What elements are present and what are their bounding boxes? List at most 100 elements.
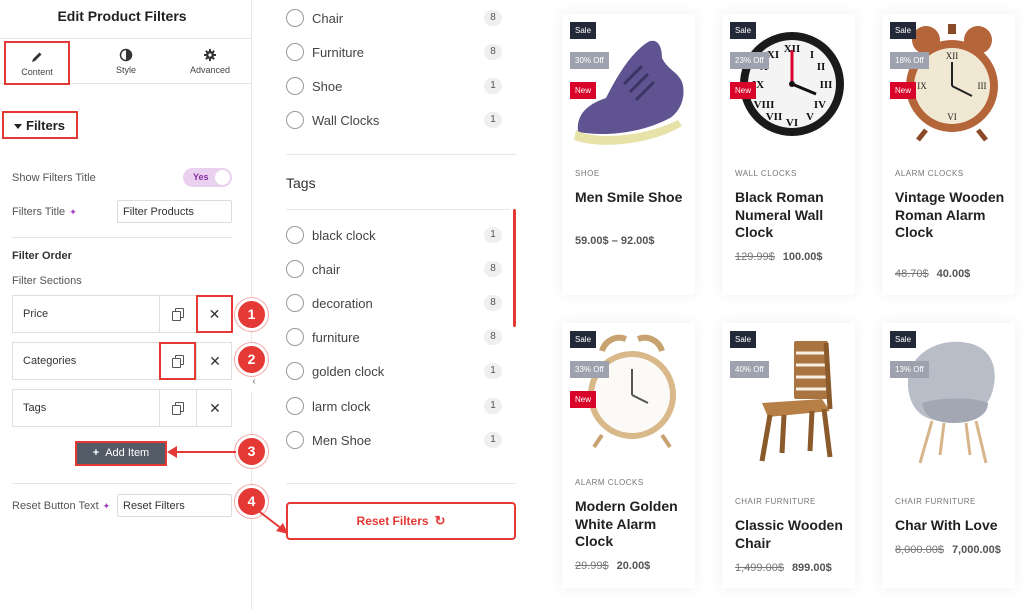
svg-text:IV: IV <box>814 99 826 111</box>
tags-title: Tags <box>286 175 316 191</box>
price-current: 7,000.00$ <box>951 544 1001 556</box>
tag-option-furniture[interactable]: furniture 8 <box>286 327 502 347</box>
discount-badge: 33% Off <box>570 361 609 378</box>
sale-badge: Sale <box>890 22 917 39</box>
product-title[interactable]: Modern Golden White Alarm Clock <box>575 498 687 551</box>
product-card[interactable]: Sale 13% Off CHAIR FURNITURE Char With L… <box>882 323 1015 588</box>
discount-badge: 23% Off <box>730 52 769 69</box>
add-item-button[interactable]: + Add Item <box>75 441 167 466</box>
product-card[interactable]: Sale 30% Off New SHOE Men Smile Shoe 59.… <box>562 14 695 295</box>
filter-count-badge: 1 <box>484 363 502 379</box>
radio-button[interactable] <box>286 226 304 244</box>
repeater-item-tags[interactable]: Tags ✕ <box>12 389 232 427</box>
tag-option-chair[interactable]: chair 8 <box>286 259 502 279</box>
pencil-icon <box>32 52 42 62</box>
filters-title-input[interactable]: Filter Products <box>117 200 232 223</box>
show-filters-title-toggle[interactable]: Yes <box>183 168 232 187</box>
product-title[interactable]: Men Smile Shoe <box>575 189 687 207</box>
repeater-item-label: Price <box>23 308 49 320</box>
filter-option-chair[interactable]: Chair 8 <box>286 8 502 28</box>
remove-button[interactable]: ✕ <box>196 342 233 380</box>
scrollbar[interactable] <box>513 209 516 327</box>
product-category[interactable]: WALL CLOCKS <box>735 169 797 178</box>
radio-button[interactable] <box>286 294 304 312</box>
product-price: 129.99$ 100.00$ <box>735 251 823 263</box>
product-card[interactable]: XII III VI IX Sale 18% Off New ALARM CLOCKS… <box>882 14 1015 295</box>
product-price: 1,499.00$ 899.00$ <box>735 562 832 574</box>
svg-text:III: III <box>820 79 833 91</box>
tag-option-larm-clock[interactable]: larm clock 1 <box>286 396 502 416</box>
filter-option-label: golden clock <box>312 364 385 379</box>
price-old: 129.99$ <box>735 251 775 263</box>
filters-section-toggle[interactable]: Filters <box>2 111 78 139</box>
svg-text:V: V <box>806 111 814 123</box>
discount-badge: 18% Off <box>890 52 929 69</box>
tab-advanced[interactable]: Advanced <box>168 39 252 85</box>
radio-button[interactable] <box>286 43 304 61</box>
price-current: 100.00$ <box>782 251 823 263</box>
radio-button[interactable] <box>286 77 304 95</box>
reset-filters-button[interactable]: Reset Filters ↻ <box>286 502 516 540</box>
tab-content[interactable]: Content <box>4 41 70 85</box>
filter-count-badge: 8 <box>484 10 502 26</box>
repeater-item-label: Categories <box>23 355 77 367</box>
svg-text:VIII: VIII <box>754 99 775 111</box>
tag-option-decoration[interactable]: decoration 8 <box>286 293 502 313</box>
product-card[interactable]: XIIIIIVIIX IIIIVV VIIVIIIXXI Sale 23% Of… <box>722 14 855 295</box>
filter-option-furniture[interactable]: Furniture 8 <box>286 42 502 62</box>
radio-button[interactable] <box>286 362 304 380</box>
filter-option-label: Wall Clocks <box>312 113 380 128</box>
remove-button[interactable]: ✕ <box>196 389 233 427</box>
copy-icon <box>172 308 184 321</box>
filter-option-wall-clocks[interactable]: Wall Clocks 1 <box>286 110 502 130</box>
duplicate-button[interactable] <box>159 295 196 333</box>
duplicate-button[interactable] <box>159 342 196 380</box>
tag-option-black-clock[interactable]: black clock 1 <box>286 225 502 245</box>
duplicate-button[interactable] <box>159 389 196 427</box>
toggle-value: Yes <box>193 172 209 182</box>
price-old: 29.99$ <box>575 560 609 572</box>
add-item-label: Add Item <box>105 447 150 459</box>
product-title[interactable]: Classic Wooden Chair <box>735 517 847 552</box>
repeater-item-categories[interactable]: Categories ✕ <box>12 342 232 380</box>
discount-badge: 40% Off <box>730 361 769 378</box>
filter-option-label: black clock <box>312 228 376 243</box>
filter-count-badge: 8 <box>484 329 502 345</box>
price-current: 20.00$ <box>616 560 651 572</box>
product-card[interactable]: Sale 40% Off CHAIR FURNITURE Classic Woo… <box>722 323 855 588</box>
product-card[interactable]: Sale 33% Off New ALARM CLOCKS Modern Gol… <box>562 323 695 588</box>
repeater-item-label: Tags <box>23 402 47 414</box>
tag-option-golden-clock[interactable]: golden clock 1 <box>286 361 502 381</box>
product-title[interactable]: Black Roman Numeral Wall Clock <box>735 189 847 242</box>
price-old: 1,499.00$ <box>735 562 784 574</box>
radio-button[interactable] <box>286 260 304 278</box>
product-title[interactable]: Vintage Wooden Roman Alarm Clock <box>895 189 1007 242</box>
product-category[interactable]: ALARM CLOCKS <box>895 169 964 178</box>
product-category[interactable]: ALARM CLOCKS <box>575 478 644 487</box>
product-category[interactable]: CHAIR FURNITURE <box>895 497 976 506</box>
product-title[interactable]: Char With Love <box>895 517 1007 535</box>
radio-button[interactable] <box>286 397 304 415</box>
repeater-item-price[interactable]: Price ✕ <box>12 295 233 333</box>
tag-option-men-shoe[interactable]: Men Shoe 1 <box>286 430 502 450</box>
radio-button[interactable] <box>286 111 304 129</box>
price-current: 59.00$ – 92.00$ <box>575 235 655 247</box>
product-category[interactable]: SHOE <box>575 169 600 178</box>
product-price: 59.00$ – 92.00$ <box>575 235 655 247</box>
filter-option-label: larm clock <box>312 399 371 414</box>
ai-sparkle-icon[interactable]: ✦ <box>69 207 77 218</box>
tab-style[interactable]: Style <box>84 39 168 85</box>
divider <box>12 237 232 238</box>
radio-button[interactable] <box>286 431 304 449</box>
radio-button[interactable] <box>286 328 304 346</box>
reset-button-text-input[interactable]: Reset Filters <box>117 494 232 517</box>
remove-button[interactable]: ✕ <box>196 295 233 333</box>
product-category[interactable]: CHAIR FURNITURE <box>735 497 816 506</box>
copy-icon <box>172 402 184 415</box>
svg-text:III: III <box>978 81 987 91</box>
radio-button[interactable] <box>286 9 304 27</box>
filter-count-badge: 8 <box>484 295 502 311</box>
ai-sparkle-icon[interactable]: ✦ <box>103 501 111 512</box>
filter-option-shoe[interactable]: Shoe 1 <box>286 76 502 96</box>
product-price: 8,000.00$ 7,000.00$ <box>895 544 1001 556</box>
